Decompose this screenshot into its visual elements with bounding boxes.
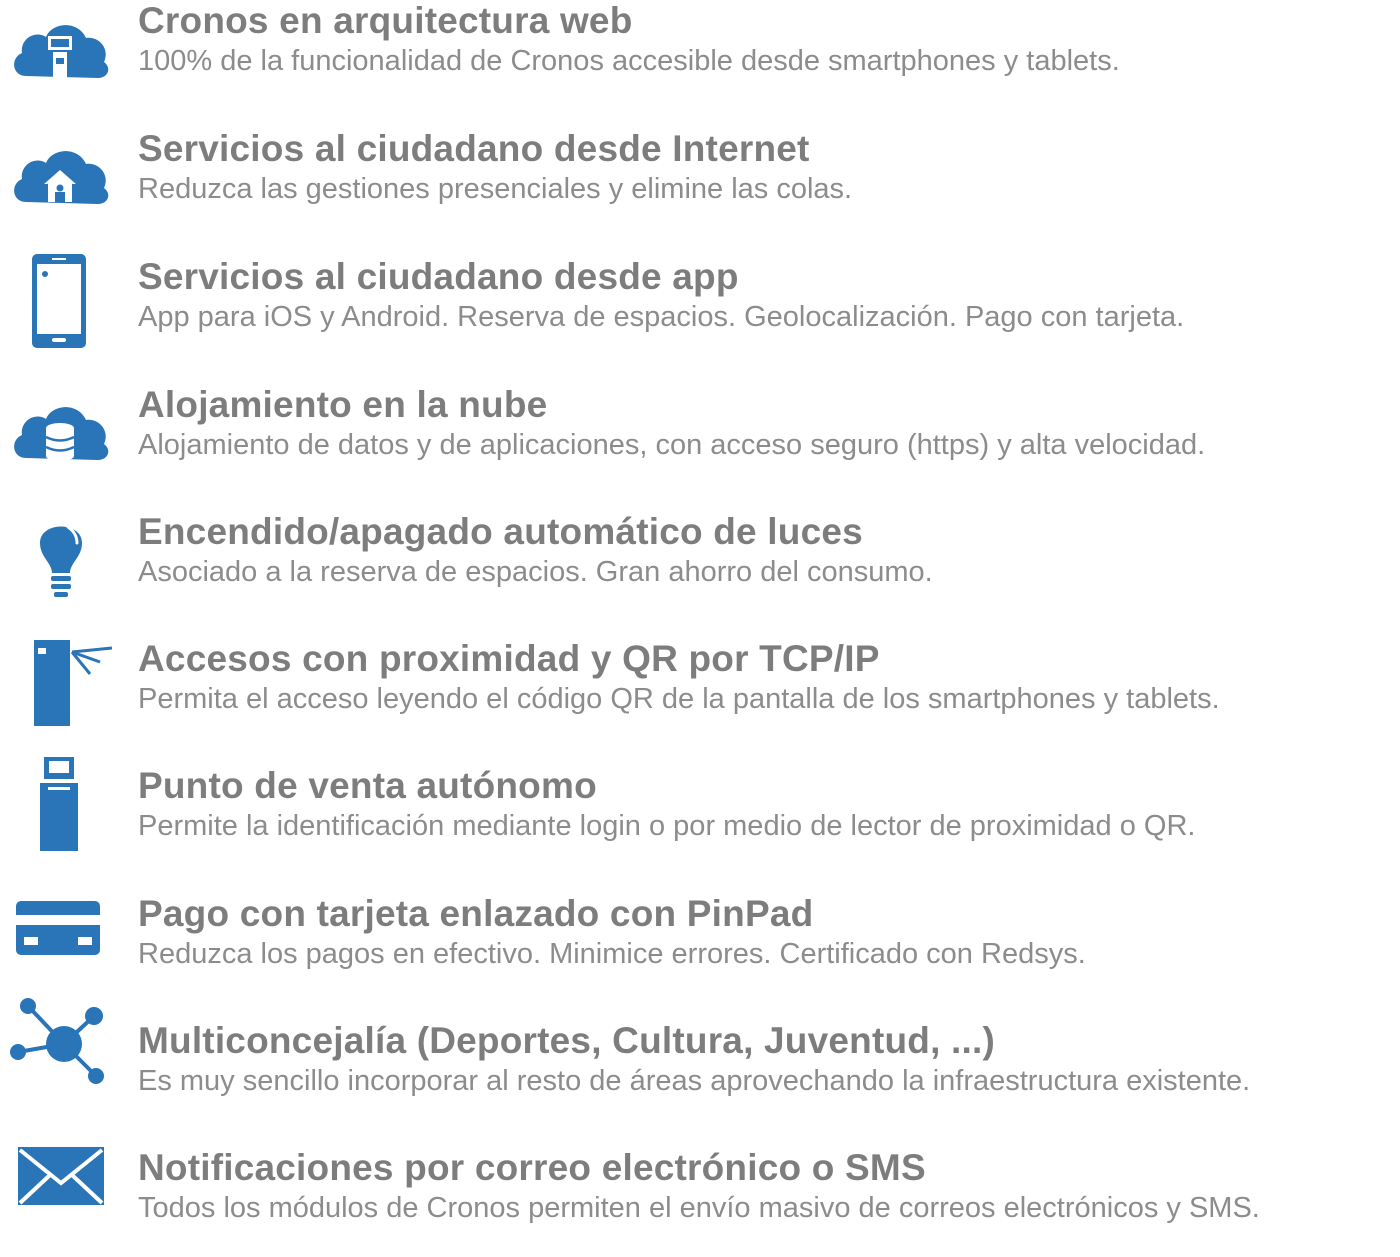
feature-item: Cronos en arquitectura web 100% de la fu… — [0, 0, 1400, 110]
feature-item: Servicios al ciudadano desde Internet Re… — [0, 128, 1400, 238]
feature-list: Cronos en arquitectura web 100% de la fu… — [0, 0, 1400, 1224]
feature-description: Permite la identificación mediante login… — [138, 810, 1196, 842]
envelope-icon — [8, 1127, 112, 1227]
turnstile-icon — [8, 634, 112, 734]
feature-title: Pago con tarjeta enlazado con PinPad — [138, 893, 814, 934]
feature-description: App para iOS y Android. Reserva de espac… — [138, 301, 1185, 333]
smartphone-icon — [8, 252, 112, 352]
feature-title: Cronos en arquitectura web — [138, 0, 633, 41]
cloud-home-icon — [8, 134, 112, 234]
feature-item: Punto de venta autónomo Permite la ident… — [0, 757, 1400, 875]
feature-item: Multiconcejalía (Deportes, Cultura, Juve… — [0, 998, 1400, 1130]
feature-item: Servicios al ciudadano desde app App par… — [0, 254, 1400, 366]
feature-item: Notificaciones por correo electrónico o … — [0, 1147, 1400, 1257]
cloud-web-icon — [8, 8, 112, 108]
feature-description: Alojamiento de datos y de aplicaciones, … — [138, 429, 1206, 461]
feature-title: Encendido/apagado automático de luces — [138, 511, 863, 552]
feature-item: Alojamiento en la nube Alojamiento de da… — [0, 384, 1400, 494]
feature-title: Multiconcejalía (Deportes, Cultura, Juve… — [138, 1020, 996, 1061]
feature-description: Es muy sencillo incorporar al resto de á… — [138, 1065, 1251, 1097]
feature-description: Permita el acceso leyendo el código QR d… — [138, 683, 1220, 715]
feature-description: 100% de la funcionalidad de Cronos acces… — [138, 45, 1120, 77]
feature-description: Reduzca los pagos en efectivo. Minimice … — [138, 938, 1086, 970]
cloud-database-icon — [8, 390, 112, 490]
feature-title: Alojamiento en la nube — [138, 384, 548, 425]
feature-title: Punto de venta autónomo — [138, 765, 597, 806]
feature-title: Servicios al ciudadano desde Internet — [138, 128, 810, 169]
feature-title: Accesos con proximidad y QR por TCP/IP — [138, 638, 880, 679]
feature-title: Notificaciones por correo electrónico o … — [138, 1147, 926, 1188]
feature-description: Todos los módulos de Cronos permiten el … — [138, 1192, 1260, 1224]
feature-item: Encendido/apagado automático de luces As… — [0, 511, 1400, 621]
feature-description: Asociado a la reserva de espacios. Gran … — [138, 556, 933, 588]
feature-description: Reduzca las gestiones presenciales y eli… — [138, 173, 853, 205]
feature-item: Accesos con proximidad y QR por TCP/IP P… — [0, 638, 1400, 748]
kiosk-icon — [8, 753, 112, 853]
feature-item: Pago con tarjeta enlazado con PinPad Red… — [0, 893, 1400, 1003]
network-hub-icon — [8, 992, 112, 1092]
feature-title: Servicios al ciudadano desde app — [138, 256, 739, 297]
credit-card-icon — [8, 873, 112, 973]
lightbulb-icon — [8, 505, 112, 605]
